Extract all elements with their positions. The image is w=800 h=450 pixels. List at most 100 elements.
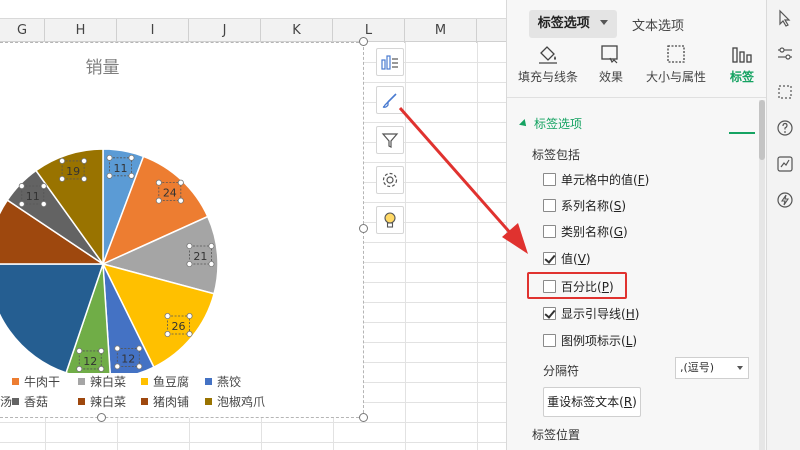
- data-label-handle[interactable]: [177, 197, 184, 204]
- data-label-handle[interactable]: [40, 201, 47, 208]
- panel-scrollbar[interactable]: [759, 100, 765, 450]
- tab-label-options[interactable]: 标签选项: [529, 10, 617, 38]
- chart-filter-button[interactable]: [376, 126, 404, 154]
- checkbox-box[interactable]: [543, 252, 556, 265]
- checkbox-paren: ): [621, 199, 626, 213]
- data-label-handle[interactable]: [76, 347, 83, 354]
- section-label-options[interactable]: 标签选项: [519, 115, 582, 132]
- spreadsheet-area[interactable]: G H I J K L M 销量 11 24 21 26 12 12 11 19…: [0, 0, 506, 450]
- chart-style-button[interactable]: [376, 86, 404, 114]
- data-label-handle[interactable]: [18, 183, 25, 190]
- data-label-handle[interactable]: [136, 345, 143, 352]
- data-label-handle[interactable]: [128, 172, 135, 179]
- checkbox-cell-value[interactable]: 单元格中的值(F): [543, 171, 649, 189]
- col-header-k[interactable]: K: [261, 19, 333, 43]
- data-label-handle[interactable]: [81, 157, 88, 164]
- quick-action-button[interactable]: [775, 190, 795, 210]
- data-label-handle[interactable]: [186, 331, 193, 338]
- data-label-handle[interactable]: [98, 347, 105, 354]
- col-header-m[interactable]: M: [405, 19, 477, 43]
- resize-handle-bottom-right[interactable]: [359, 413, 368, 422]
- data-label-handle[interactable]: [136, 363, 143, 370]
- legend-item-yanjiao: 燕饺: [205, 373, 241, 390]
- legend-item-mushroom: 香菇: [12, 393, 48, 410]
- checkbox-box[interactable]: [543, 307, 556, 320]
- data-label-handle[interactable]: [81, 175, 88, 182]
- data-label-handle[interactable]: [164, 331, 171, 338]
- subtab-label[interactable]: 标签: [725, 42, 759, 98]
- checkbox-box[interactable]: [543, 173, 556, 186]
- lightbulb-icon: [384, 212, 396, 228]
- label-position-heading: 标签位置: [532, 428, 581, 442]
- legend-swatch: [205, 398, 212, 405]
- data-label-handle[interactable]: [106, 172, 113, 179]
- checkbox-box[interactable]: [543, 334, 556, 347]
- checkbox-series-name[interactable]: 系列名称(S): [543, 197, 626, 215]
- data-label-handle[interactable]: [155, 197, 162, 204]
- data-label-handle[interactable]: [208, 261, 215, 268]
- col-header-j[interactable]: J: [189, 19, 261, 43]
- data-label-handle[interactable]: [76, 365, 83, 372]
- panel-scrollbar-thumb[interactable]: [759, 100, 765, 160]
- subtab-effects-label: 效果: [598, 70, 623, 84]
- legend-swatch: [12, 378, 19, 385]
- data-label-handle[interactable]: [114, 363, 121, 370]
- col-header-i[interactable]: I: [117, 19, 189, 43]
- subtab-fill-line[interactable]: 填充与线条: [513, 42, 583, 98]
- data-label-handle[interactable]: [186, 313, 193, 320]
- resize-handle-top-right[interactable]: [359, 37, 368, 46]
- col-header-g[interactable]: G: [0, 19, 45, 43]
- chevron-down-icon: [737, 366, 743, 370]
- checkbox-leader-lines[interactable]: 显示引导线(H): [543, 305, 639, 323]
- data-label-handle[interactable]: [208, 243, 215, 250]
- chart-settings-button[interactable]: [376, 166, 404, 194]
- col-header-l[interactable]: L: [333, 19, 405, 43]
- data-label-handle[interactable]: [106, 154, 113, 161]
- data-label-handle[interactable]: [40, 183, 47, 190]
- data-label-handle[interactable]: [128, 154, 135, 161]
- legend-item-pickled-feet: 泡椒鸡爪: [205, 393, 265, 410]
- data-label-handle[interactable]: [164, 313, 171, 320]
- data-label-handle[interactable]: [186, 243, 193, 250]
- data-label-handle[interactable]: [18, 201, 25, 208]
- crop-tool-button[interactable]: [775, 82, 795, 102]
- properties-tool-button[interactable]: [775, 44, 795, 64]
- legend-swatch: [78, 398, 85, 405]
- tab-text-options[interactable]: 文本选项: [632, 15, 684, 34]
- checkbox-box[interactable]: [543, 225, 556, 238]
- checkbox-category-name[interactable]: 类别名称(G): [543, 223, 628, 241]
- checkbox-box[interactable]: [543, 199, 556, 212]
- data-label-handle[interactable]: [186, 261, 193, 268]
- checkbox-label: 类别名称(: [561, 225, 614, 239]
- data-label-handle[interactable]: [155, 179, 162, 186]
- legend-item-pork-jerky: 猪肉铺: [141, 393, 189, 410]
- data-label-text: 26: [172, 320, 186, 333]
- pie-plot-area[interactable]: 11 24 21 26 12 12 11 19: [0, 43, 364, 373]
- col-header-h[interactable]: H: [45, 19, 117, 43]
- help-button[interactable]: [775, 118, 795, 138]
- legend-item-partial: 汤: [0, 395, 13, 409]
- separator-select[interactable]: ,(逗号): [675, 357, 749, 379]
- subtab-label-text: 标签: [729, 70, 754, 84]
- data-label-handle[interactable]: [177, 179, 184, 186]
- resize-handle-bottom[interactable]: [97, 413, 106, 422]
- tab-label-options-text: 标签选项: [537, 16, 590, 31]
- select-tool-button[interactable]: [775, 8, 795, 28]
- subtab-effects[interactable]: 效果: [593, 42, 629, 98]
- subtab-size-properties[interactable]: 大小与属性: [639, 42, 713, 98]
- checkbox-legend-key[interactable]: 图例项标示(L): [543, 332, 637, 350]
- analytics-button[interactable]: [775, 154, 795, 174]
- chart-tips-button[interactable]: [376, 206, 404, 234]
- pie-chart[interactable]: 销量 11 24 21 26 12 12 11 19 牛肉干 辣白菜 鱼豆腐 燕饺 汤 香菇 …: [0, 42, 364, 418]
- data-label-handle[interactable]: [59, 175, 66, 182]
- checkbox-label: 系列名称(: [561, 199, 614, 213]
- legend-item-beef-jerky: 牛肉干: [12, 373, 60, 390]
- chart-elements-button[interactable]: [376, 48, 404, 76]
- data-label-handle[interactable]: [98, 365, 105, 372]
- resize-handle-right[interactable]: [359, 224, 368, 233]
- data-label-text: 11: [113, 162, 127, 175]
- reset-label-text-button[interactable]: 重设标签文本(R): [543, 387, 641, 417]
- checkbox-value[interactable]: 值(V): [543, 250, 591, 268]
- data-label-handle[interactable]: [114, 345, 121, 352]
- data-label-handle[interactable]: [59, 157, 66, 164]
